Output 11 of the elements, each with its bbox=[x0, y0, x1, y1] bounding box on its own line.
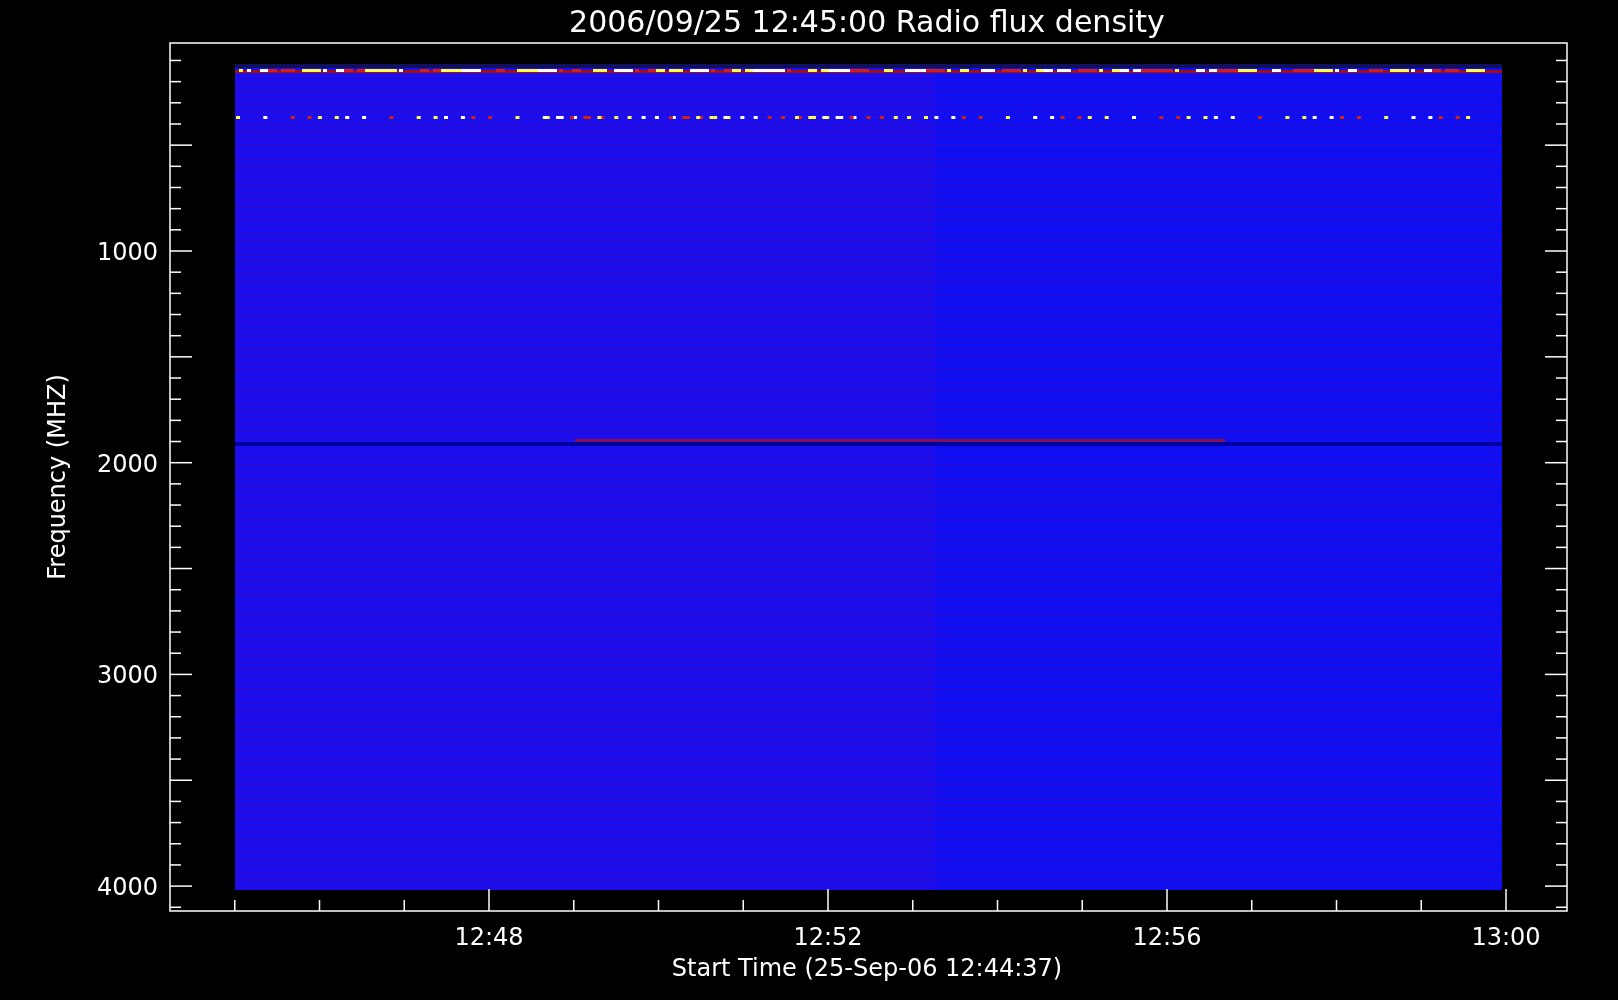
chart-title: 2006/09/25 12:45:00 Radio flux density bbox=[569, 4, 1165, 39]
y-tick-label: 1000 bbox=[96, 238, 158, 266]
x-tick-label: 12:48 bbox=[454, 923, 524, 951]
x-tick-label: 12:56 bbox=[1132, 923, 1202, 951]
x-tick-label: 12:52 bbox=[793, 923, 863, 951]
y-tick-label: 2000 bbox=[96, 449, 158, 478]
x-axis-label: Start Time (25-Sep-06 12:44:37) bbox=[671, 954, 1063, 982]
y-axis-label: Frequency (MHZ) bbox=[43, 374, 71, 580]
y-tick-label: 4000 bbox=[96, 873, 158, 902]
x-tick-label: 13:00 bbox=[1471, 923, 1541, 951]
y-tick-label: 3000 bbox=[96, 661, 158, 690]
